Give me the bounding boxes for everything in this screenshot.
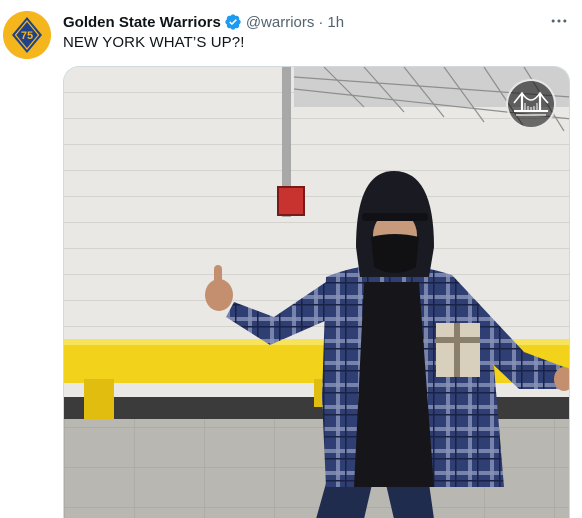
more-options-button[interactable] <box>546 10 572 32</box>
more-horizontal-icon <box>551 19 567 23</box>
verified-badge-icon[interactable] <box>224 13 242 31</box>
separator-dot: · <box>318 13 324 31</box>
tweet-header: Golden State Warriors @warriors · 1h <box>63 12 344 32</box>
avatar[interactable]: 75 <box>3 11 51 59</box>
tweet-text: NEW YORK WHAT’S UP?! <box>63 34 245 51</box>
display-name[interactable]: Golden State Warriors <box>63 14 221 31</box>
video-frame <box>64 67 569 518</box>
timestamp[interactable]: 1h <box>327 14 344 31</box>
tweet-video[interactable] <box>63 66 570 518</box>
tweet[interactable]: 75 Golden State Warriors @warriors · 1h … <box>0 0 582 518</box>
handle[interactable]: @warriors <box>246 14 315 31</box>
warriors-bridge-logo-icon <box>506 79 556 129</box>
svg-text:75: 75 <box>21 30 33 42</box>
warriors-75th-logo-icon: 75 <box>3 11 51 59</box>
